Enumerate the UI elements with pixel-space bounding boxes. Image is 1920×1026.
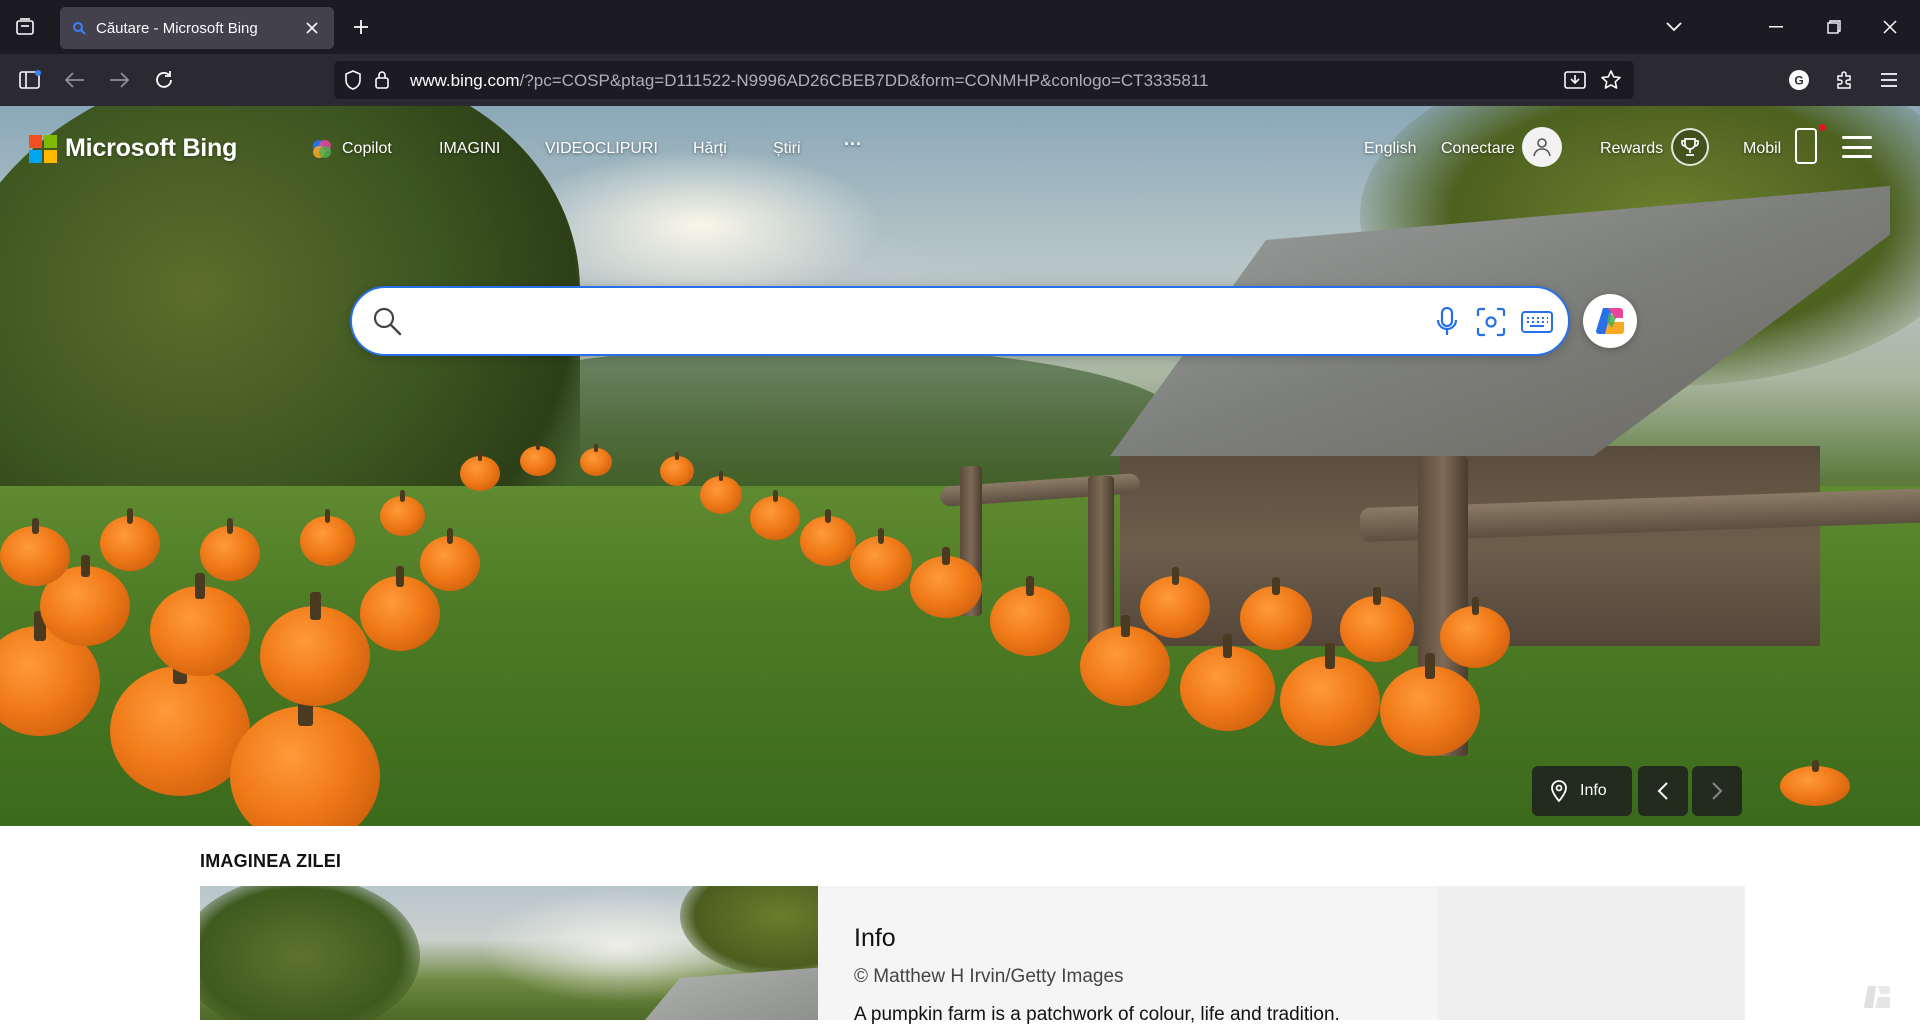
pumpkin — [850, 528, 912, 591]
pumpkin — [800, 509, 856, 566]
pumpkin — [1180, 634, 1275, 731]
new-tab-icon[interactable] — [346, 12, 376, 42]
search-favicon-icon — [73, 22, 86, 35]
browser-tab-active[interactable]: Căutare - Microsoft Bing — [60, 7, 334, 49]
pumpkin — [580, 444, 612, 476]
tab-title: Căutare - Microsoft Bing — [96, 19, 258, 37]
pumpkin — [420, 528, 480, 591]
svg-text:G: G — [1794, 74, 1803, 88]
close-window-icon[interactable] — [1872, 10, 1908, 44]
notification-dot — [1819, 124, 1826, 131]
previous-image-button[interactable] — [1638, 766, 1688, 816]
pumpkin — [910, 547, 982, 618]
pumpkin — [110, 647, 250, 796]
keyboard-icon[interactable] — [1520, 305, 1554, 339]
image-of-day-info-panel: Info © Matthew H Irvin/Getty Images A pu… — [818, 886, 1745, 1025]
scope-copilot[interactable]: Copilot — [342, 140, 392, 158]
pumpkin — [1380, 653, 1480, 756]
faded-copilot-icon — [1864, 986, 1890, 1008]
shield-icon[interactable] — [344, 70, 362, 95]
list-all-tabs-chevron-icon[interactable] — [1656, 10, 1692, 44]
more-scopes-button[interactable]: ··· — [844, 134, 862, 155]
scope-images[interactable]: IMAGINI — [439, 140, 500, 158]
pumpkin — [990, 576, 1070, 656]
hamburger-menu-icon[interactable] — [1842, 136, 1872, 158]
account-g-icon[interactable]: G — [1784, 65, 1814, 95]
url-text[interactable]: www.bing.com/?pc=COSP&ptag=D111522-N9996… — [410, 71, 1208, 91]
search-box[interactable] — [350, 286, 1570, 356]
microsoft-logo-icon — [29, 134, 57, 163]
chevron-left-icon — [1657, 782, 1668, 800]
copilot-logo-icon — [1596, 308, 1624, 334]
sidebar-toggle-icon[interactable] — [15, 65, 45, 95]
copilot-button[interactable] — [1583, 294, 1637, 348]
hero-background-image — [0, 106, 1920, 826]
address-bar[interactable]: www.bing.com/?pc=COSP&ptag=D111522-N9996… — [334, 61, 1634, 99]
scope-news[interactable]: Știri — [773, 140, 801, 158]
reload-icon[interactable] — [149, 65, 179, 95]
chevron-right-icon — [1712, 782, 1723, 800]
location-pin-icon — [1551, 780, 1567, 802]
search-input[interactable] — [422, 300, 1442, 342]
lock-icon[interactable] — [374, 69, 390, 94]
forward-arrow-icon[interactable] — [104, 65, 134, 95]
pumpkin — [1780, 760, 1850, 806]
app-menu-icon[interactable] — [1874, 65, 1904, 95]
rewards-trophy-icon[interactable] — [1671, 128, 1709, 166]
pumpkin — [660, 451, 694, 486]
pumpkin — [1080, 614, 1170, 706]
pumpkin — [300, 509, 355, 566]
pumpkin — [200, 518, 260, 581]
image-of-day-side-panel — [1438, 886, 1745, 1020]
bing-logo[interactable]: Microsoft Bing — [29, 134, 237, 163]
minimize-icon[interactable] — [1758, 10, 1794, 44]
pumpkin — [260, 592, 370, 706]
browser-tab-bar: Căutare - Microsoft Bing — [0, 0, 1920, 54]
language-link[interactable]: English — [1364, 140, 1416, 158]
bookmark-star-icon[interactable] — [1600, 69, 1622, 96]
image-credit: © Matthew H Irvin/Getty Images — [854, 966, 1124, 987]
image-info-button[interactable]: Info — [1532, 766, 1632, 816]
pumpkin — [1280, 643, 1380, 746]
pumpkin — [100, 508, 160, 571]
mobile-phone-icon[interactable] — [1795, 128, 1817, 164]
pumpkin — [1340, 586, 1414, 662]
pumpkin — [1140, 567, 1210, 638]
microphone-icon[interactable] — [1430, 305, 1464, 339]
mobile-link[interactable]: Mobil — [1743, 140, 1781, 158]
pumpkin — [1440, 597, 1510, 668]
pumpkin — [750, 489, 800, 540]
pumpkin — [700, 470, 742, 514]
pumpkin — [380, 490, 425, 536]
scope-videos[interactable]: VIDEOCLIPURI — [545, 140, 658, 158]
visual-search-icon[interactable] — [1474, 305, 1508, 339]
restore-icon[interactable] — [1816, 10, 1852, 44]
next-image-button[interactable] — [1692, 766, 1742, 816]
copilot-scope-icon — [312, 139, 332, 164]
browser-nav-bar: www.bing.com/?pc=COSP&ptag=D111522-N9996… — [0, 54, 1920, 106]
image-of-day-title: Info — [854, 924, 896, 952]
close-tab-icon[interactable] — [302, 18, 322, 38]
bing-logo-text: Microsoft Bing — [65, 134, 238, 162]
install-page-icon[interactable] — [1564, 70, 1586, 95]
pumpkin — [360, 565, 440, 651]
extensions-icon[interactable] — [1829, 65, 1859, 95]
scope-maps[interactable]: Hărți — [693, 140, 727, 158]
image-info-label: Info — [1580, 782, 1607, 799]
back-arrow-icon[interactable] — [60, 65, 90, 95]
image-description: A pumpkin farm is a patchwork of colour,… — [854, 1004, 1340, 1025]
tab-list-icon[interactable] — [10, 12, 40, 42]
image-of-day-thumbnail[interactable] — [200, 886, 818, 1020]
pumpkin — [150, 573, 250, 676]
pumpkin — [0, 517, 70, 586]
pumpkin — [520, 441, 556, 476]
image-of-day-heading: IMAGINEA ZILEI — [200, 851, 342, 871]
user-avatar-icon[interactable] — [1522, 127, 1562, 167]
pumpkin — [1240, 577, 1312, 650]
pumpkin — [460, 451, 500, 491]
rewards-link[interactable]: Rewards — [1600, 140, 1663, 158]
search-icon — [372, 306, 402, 341]
sign-in-link[interactable]: Conectare — [1441, 140, 1515, 158]
